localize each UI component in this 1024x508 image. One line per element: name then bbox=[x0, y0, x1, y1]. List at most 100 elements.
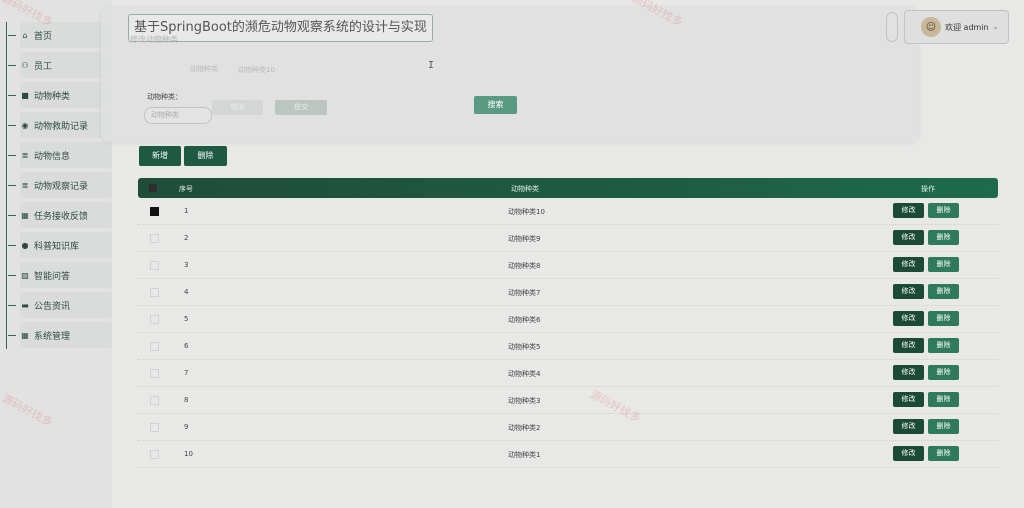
row-index: 2 bbox=[184, 234, 189, 242]
edit-button[interactable]: 修改 bbox=[893, 338, 924, 353]
row-checkbox[interactable] bbox=[150, 234, 159, 243]
sidebar-icon: ▬ bbox=[21, 300, 29, 310]
table-row: 10 动物种类1 修改 删除 bbox=[138, 441, 998, 468]
sidebar-item-label: 首页 bbox=[34, 31, 53, 42]
row-checkbox[interactable] bbox=[150, 450, 159, 459]
rail-tick bbox=[8, 244, 16, 246]
sidebar-item-label: 任务接收反馈 bbox=[34, 211, 89, 222]
sidebar-item-label: 动物信息 bbox=[34, 151, 71, 162]
row-checkbox[interactable] bbox=[150, 261, 159, 270]
delete-button[interactable]: 删除 bbox=[928, 311, 959, 326]
row-animal-type: 动物种类8 bbox=[508, 262, 541, 270]
row-checkbox[interactable] bbox=[150, 396, 159, 405]
sidebar-icon: ▦ bbox=[21, 210, 29, 220]
row-index: 5 bbox=[184, 315, 189, 323]
batch-delete-button[interactable]: 删除 bbox=[184, 146, 227, 166]
delete-button[interactable]: 删除 bbox=[928, 446, 959, 461]
table-row: 5 动物种类6 修改 删除 bbox=[138, 306, 998, 333]
avatar: ☺ bbox=[921, 17, 941, 37]
rail-tick bbox=[8, 184, 16, 186]
row-animal-type: 动物种类6 bbox=[508, 316, 541, 324]
table-row: 4 动物种类7 修改 删除 bbox=[138, 279, 998, 306]
delete-button[interactable]: 删除 bbox=[928, 338, 959, 353]
submit-button[interactable]: 提交 bbox=[275, 100, 327, 115]
delete-button[interactable]: 删除 bbox=[928, 419, 959, 434]
edit-button[interactable]: 修改 bbox=[893, 203, 924, 218]
row-animal-type: 动物种类3 bbox=[508, 397, 541, 405]
sidebar-icon: ▨ bbox=[21, 270, 29, 280]
user-menu[interactable]: ☺ 欢迎 admin ⌄ bbox=[904, 10, 1009, 44]
rail-tick bbox=[8, 274, 16, 276]
sidebar-item-label: 公告资讯 bbox=[34, 301, 71, 312]
row-checkbox[interactable] bbox=[150, 423, 159, 432]
sidebar-item[interactable]: ◉ 动物救助记录 bbox=[8, 112, 112, 138]
row-index: 9 bbox=[184, 423, 189, 431]
row-checkbox[interactable] bbox=[150, 342, 159, 351]
edit-button[interactable]: 修改 bbox=[893, 365, 924, 380]
table-row: 9 动物种类2 修改 删除 bbox=[138, 414, 998, 441]
table-row: 8 动物种类3 修改 删除 bbox=[138, 387, 998, 414]
edit-button[interactable]: 修改 bbox=[893, 311, 924, 326]
row-animal-type: 动物种类4 bbox=[508, 370, 541, 378]
delete-button[interactable]: 删除 bbox=[928, 230, 959, 245]
search-button[interactable]: 搜索 bbox=[474, 96, 517, 114]
row-animal-type: 动物种类5 bbox=[508, 343, 541, 351]
sidebar-item-label: 动物救助记录 bbox=[34, 121, 89, 132]
row-index: 7 bbox=[184, 369, 189, 377]
sidebar-item[interactable]: ● 科普知识库 bbox=[8, 232, 112, 258]
table-row: 3 动物种类8 修改 删除 bbox=[138, 252, 998, 279]
rail-tick bbox=[8, 334, 16, 336]
table-row: 7 动物种类4 修改 删除 bbox=[138, 360, 998, 387]
delete-button[interactable]: 删除 bbox=[928, 365, 959, 380]
sidebar-item[interactable]: ▦ 任务接收反馈 bbox=[8, 202, 112, 228]
animal-type-table: 序号 动物种类 操作 1 动物种类10 修改 删除 2 动物种类9 修改 删除 3 动物种类8 修改… bbox=[138, 178, 998, 468]
row-index: 8 bbox=[184, 396, 189, 404]
row-checkbox[interactable] bbox=[150, 369, 159, 378]
cancel-button[interactable]: 取消 bbox=[212, 100, 263, 115]
faint-form-label: 动物种类 bbox=[190, 65, 218, 73]
edit-button[interactable]: 修改 bbox=[893, 446, 924, 461]
row-checkbox[interactable] bbox=[150, 288, 159, 297]
edit-button[interactable]: 修改 bbox=[893, 284, 924, 299]
select-all-checkbox[interactable] bbox=[149, 184, 157, 192]
sidebar-item[interactable]: ⚇ 员工 bbox=[8, 52, 112, 78]
column-header-type: 动物种类 bbox=[511, 185, 539, 193]
sidebar-icon: ● bbox=[21, 240, 29, 250]
sidebar-item[interactable]: ≣ 动物观察记录 bbox=[8, 172, 112, 198]
delete-button[interactable]: 删除 bbox=[928, 392, 959, 407]
sidebar-item[interactable]: ⌂ 首页 bbox=[8, 22, 112, 48]
sidebar-icon: ■ bbox=[21, 90, 29, 100]
sidebar-item-label: 科普知识库 bbox=[34, 241, 80, 252]
sidebar-item[interactable]: ▬ 公告资讯 bbox=[8, 292, 112, 318]
welcome-user-label: 欢迎 admin bbox=[945, 22, 989, 32]
edit-button[interactable]: 修改 bbox=[893, 392, 924, 407]
delete-button[interactable]: 删除 bbox=[928, 257, 959, 272]
row-animal-type: 动物种类7 bbox=[508, 289, 541, 297]
row-animal-type: 动物种类2 bbox=[508, 424, 541, 432]
row-checkbox[interactable] bbox=[150, 207, 159, 216]
rail-tick bbox=[8, 124, 16, 126]
sidebar-icon: ▦ bbox=[21, 330, 29, 340]
rail-tick bbox=[8, 64, 16, 66]
table-header: 序号 动物种类 操作 bbox=[138, 178, 998, 198]
row-animal-type: 动物种类10 bbox=[508, 208, 545, 216]
sidebar-item-label: 系统管理 bbox=[34, 331, 71, 342]
sidebar-item[interactable]: ▦ 系统管理 bbox=[8, 322, 112, 348]
row-animal-type: 动物种类1 bbox=[508, 451, 541, 459]
edit-button[interactable]: 修改 bbox=[893, 230, 924, 245]
add-button[interactable]: 新增 bbox=[139, 146, 181, 166]
row-checkbox[interactable] bbox=[150, 315, 159, 324]
edit-button[interactable]: 修改 bbox=[893, 419, 924, 434]
sidebar-item[interactable]: ≣ 动物信息 bbox=[8, 142, 112, 168]
sidebar-item[interactable]: ■ 动物种类 bbox=[8, 82, 112, 108]
row-index: 6 bbox=[184, 342, 189, 350]
delete-button[interactable]: 删除 bbox=[928, 203, 959, 218]
delete-button[interactable]: 删除 bbox=[928, 284, 959, 299]
sidebar-item[interactable]: ▨ 智能问答 bbox=[8, 262, 112, 288]
collapse-toggle[interactable] bbox=[886, 12, 898, 42]
sidebar-item-label: 动物种类 bbox=[34, 91, 71, 102]
sidebar-rail bbox=[6, 22, 7, 349]
animal-type-search-input[interactable]: 动物种类 bbox=[144, 107, 212, 124]
edit-button[interactable]: 修改 bbox=[893, 257, 924, 272]
breadcrumb: 修改动物种类 bbox=[130, 35, 178, 44]
